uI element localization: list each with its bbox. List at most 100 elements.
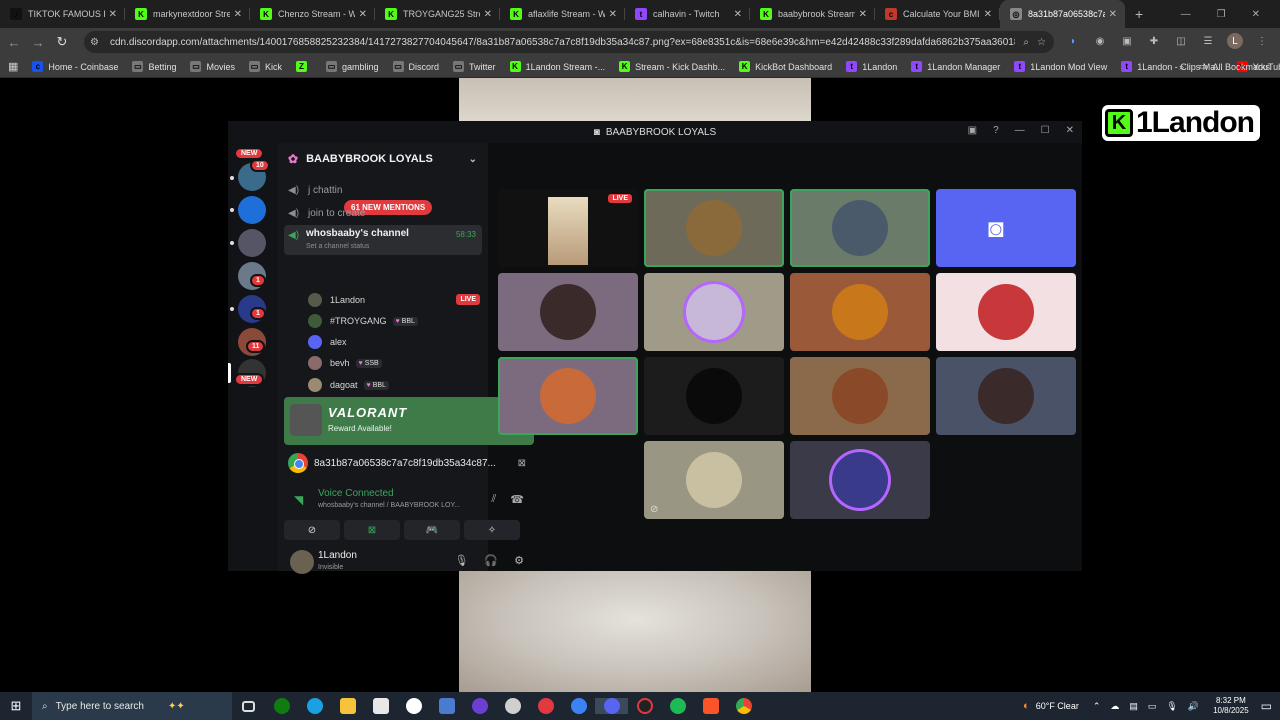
site-info-icon[interactable]: ⚙ xyxy=(90,37,104,48)
voice-member[interactable]: #TROYGANG ♥ BBL xyxy=(308,312,418,330)
participant-tile[interactable] xyxy=(644,273,784,351)
taskbar-search[interactable]: ⌕ Type here to search ✦✦ xyxy=(32,692,232,720)
extension-icon-2[interactable]: ◉ xyxy=(1092,33,1108,49)
participant-tile[interactable] xyxy=(790,189,930,267)
participant-tile[interactable]: ⊘ xyxy=(644,441,784,519)
reload-icon[interactable]: ↻ xyxy=(50,34,74,50)
tab-close-icon[interactable]: ✕ xyxy=(859,9,867,20)
app-blue-icon[interactable] xyxy=(562,698,595,714)
bookmark-item[interactable]: K 1Landon Stream -... xyxy=(509,61,605,72)
profile-avatar[interactable]: L xyxy=(1227,33,1243,49)
bookmark-item[interactable]: Z xyxy=(296,61,312,72)
app-dark-icon[interactable] xyxy=(628,698,661,714)
participant-tile[interactable] xyxy=(498,357,638,435)
chrome-taskbar-icon[interactable] xyxy=(727,698,760,714)
chevron-down-icon[interactable]: ⌄ xyxy=(469,154,477,165)
forward-icon[interactable]: → xyxy=(26,35,50,50)
participant-tile[interactable] xyxy=(790,441,930,519)
participant-tile[interactable]: ◙ xyxy=(936,189,1076,267)
browser-tab[interactable]: t calhavin - Twitch ✕ xyxy=(625,0,750,28)
browser-tab[interactable]: c Calculate Your BMI | N ✕ xyxy=(875,0,1000,28)
bookmark-item[interactable]: ▭ Movies xyxy=(190,61,235,72)
task-view-icon[interactable] xyxy=(232,700,265,712)
participant-tile[interactable] xyxy=(936,273,1076,351)
screen-share-button[interactable]: ⊠ xyxy=(344,520,400,540)
downloads-icon[interactable]: ☰ xyxy=(1200,33,1216,49)
volume-icon[interactable]: 🔊 xyxy=(1188,701,1199,712)
tray-cloud-icon[interactable]: ☁ xyxy=(1110,701,1119,712)
server-icon-landon[interactable] xyxy=(238,196,266,224)
discord-taskbar-icon[interactable] xyxy=(595,698,628,714)
back-icon[interactable]: ← xyxy=(2,35,26,50)
brave-icon[interactable] xyxy=(694,698,727,714)
address-bar[interactable]: ⚙ cdn.discordapp.com/attachments/1400176… xyxy=(84,31,1054,53)
store-icon[interactable] xyxy=(364,698,397,714)
channel-j-chattin[interactable]: ◀) j chattin xyxy=(288,181,483,199)
browser-tab[interactable]: ◎ 8a31b87a06538c7a7c ✕ xyxy=(1000,0,1125,28)
channel-join-to-create[interactable]: ◀) join to create xyxy=(288,204,483,222)
all-bookmarks-folder[interactable]: ▭ All Bookmarks xyxy=(1199,61,1270,72)
restore-icon[interactable]: ❐ xyxy=(1217,9,1226,20)
participant-tile[interactable] xyxy=(498,273,638,351)
spotify-icon[interactable] xyxy=(661,698,694,714)
extensions-puzzle-icon[interactable]: ✚ xyxy=(1146,33,1162,49)
discord-maximize-icon[interactable]: ☐ xyxy=(1041,125,1050,136)
notifications-icon[interactable]: ▭ xyxy=(1261,699,1272,713)
activity-card-valorant[interactable]: VALORANT Reward Available! xyxy=(284,397,534,445)
participant-tile[interactable] xyxy=(644,357,784,435)
browser-tab[interactable]: K TROYGANG25 Stream ✕ xyxy=(375,0,500,28)
disconnect-icon[interactable]: ☎ xyxy=(510,493,524,506)
minimize-icon[interactable]: — xyxy=(1181,9,1191,20)
browser-tab[interactable]: Kbaabybrook Stream ✕ xyxy=(750,0,875,28)
browser-tab[interactable]: ♪ TIKTOK FAMOUS PRYO ✕ xyxy=(0,0,125,28)
voice-member[interactable]: alex xyxy=(308,333,347,351)
start-button[interactable]: ⊞ xyxy=(0,698,32,714)
bookmark-item[interactable]: ▭ Kick xyxy=(248,61,282,72)
bookmark-item[interactable]: t 1Landon Manager xyxy=(911,61,1000,72)
tab-close-icon[interactable]: ✕ xyxy=(1109,9,1117,20)
soundboard-button[interactable]: ✧ xyxy=(464,520,520,540)
participant-tile[interactable] xyxy=(936,357,1076,435)
server-header[interactable]: ✿ BAABYBROOK LOYALS ⌄ xyxy=(288,150,483,168)
clock[interactable]: 8:32 PM 10/8/2025 xyxy=(1213,696,1249,716)
user-avatar[interactable] xyxy=(290,550,314,574)
channel-status[interactable]: Set a channel status xyxy=(306,243,369,250)
help-icon[interactable]: ? xyxy=(993,125,999,136)
xbox-icon[interactable] xyxy=(265,698,298,714)
extension-icon-3[interactable]: ▣ xyxy=(1119,33,1135,49)
zoom-icon[interactable]: ⌕ xyxy=(1023,37,1029,48)
network-icon[interactable]: ▭ xyxy=(1148,701,1157,712)
weather-text[interactable]: 60°F Clear xyxy=(1036,701,1079,711)
settings-gear-icon[interactable]: ⚙ xyxy=(514,554,524,567)
edge-icon[interactable] xyxy=(298,698,331,714)
menu-kebab-icon[interactable]: ⋮ xyxy=(1254,33,1270,49)
app-red-icon[interactable] xyxy=(529,698,562,714)
discord-close-icon[interactable]: ✕ xyxy=(1066,125,1074,136)
discord-minimize-icon[interactable]: — xyxy=(1015,125,1025,136)
stream-tile[interactable]: LIVE xyxy=(498,189,638,267)
bookmark-item[interactable]: t 1Landon Mod View xyxy=(1014,61,1107,72)
tab-close-icon[interactable]: ✕ xyxy=(609,9,617,20)
bookmark-item[interactable]: ▭ Discord xyxy=(392,61,439,72)
tab-close-icon[interactable]: ✕ xyxy=(234,9,242,20)
bookmark-item[interactable]: c Home - Coinbase xyxy=(32,61,118,72)
obs-icon[interactable] xyxy=(397,698,430,714)
microphone-tray-icon[interactable]: 🎙 xyxy=(1166,701,1177,712)
calculator-icon[interactable] xyxy=(430,698,463,714)
microphone-icon[interactable]: 🎙 xyxy=(454,554,468,567)
new-tab-icon[interactable]: + xyxy=(1135,6,1143,22)
browser-tab[interactable]: Kaflaxlife Stream - Watch ✕ xyxy=(500,0,625,28)
tab-close-icon[interactable]: ✕ xyxy=(484,9,492,20)
close-window-icon[interactable]: ✕ xyxy=(1252,9,1260,20)
tab-close-icon[interactable]: ✕ xyxy=(734,9,742,20)
media-player-icon[interactable] xyxy=(463,698,496,714)
server-icon-3[interactable] xyxy=(238,229,266,257)
camera-off-button[interactable]: ⊘ xyxy=(284,520,340,540)
inbox-icon[interactable]: ▣ xyxy=(968,125,977,136)
sidebar-icon[interactable]: ◫ xyxy=(1173,33,1189,49)
tray-app-icon[interactable]: ▤ xyxy=(1129,701,1138,712)
voice-member[interactable]: bevh ♥ SSB xyxy=(308,354,382,372)
apps-grid-icon[interactable]: ▦ xyxy=(8,60,18,73)
voice-member[interactable]: dagoat ♥ BBL xyxy=(308,376,389,394)
bookmark-item[interactable]: ▭ Twitter xyxy=(453,61,496,72)
